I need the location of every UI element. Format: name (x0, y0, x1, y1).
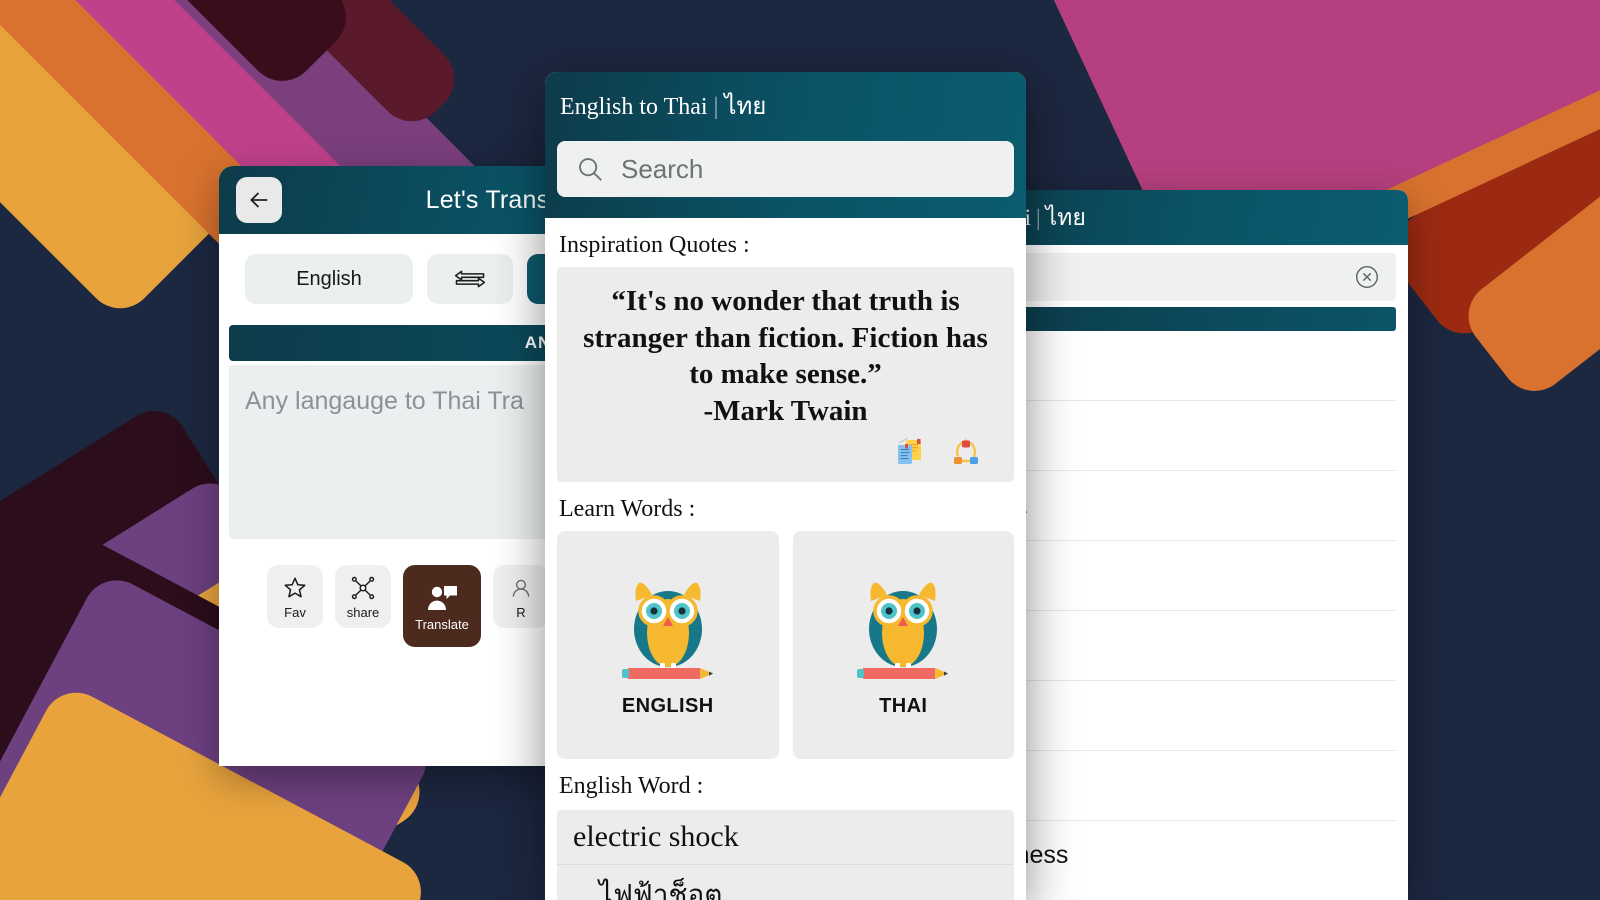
person-speech-icon (428, 585, 457, 610)
swap-horizontal-icon (454, 270, 486, 288)
learn-card-english[interactable]: ENGLISH (557, 530, 779, 759)
star-icon (284, 577, 306, 598)
clear-circle-icon[interactable] (1354, 264, 1380, 290)
learn-card-label: THAI (879, 695, 928, 718)
back-button[interactable] (236, 177, 282, 223)
quote-action-row (569, 428, 1002, 472)
arrow-left-icon (250, 192, 268, 208)
record-icon (512, 579, 530, 597)
share-label: share (346, 605, 380, 620)
english-word-heading: English Word : (559, 772, 704, 799)
title-divider: | (1035, 204, 1041, 230)
title-divider: | (713, 94, 719, 120)
swap-languages-button[interactable] (427, 254, 513, 304)
owl-pencil-icon (621, 582, 713, 680)
quotes-heading: Inspiration Quotes : (559, 232, 750, 258)
screen: Let's Translate English Thai ANY LANGAUG… (0, 0, 1600, 900)
learn-card-thai[interactable]: THAI (792, 530, 1014, 759)
learn-cards-row: ENGLISH THAI (557, 530, 1014, 759)
english-to-thai-window: English to Thai | ไทย Search Inspiration Q… (545, 72, 1026, 900)
word-english: electric shock (557, 810, 1014, 865)
source-language-label: English (296, 267, 362, 290)
center-window-body: Inspiration Quotes : “It's no wonder tha… (545, 218, 1026, 900)
fav-label: Fav (284, 605, 306, 620)
share-button[interactable]: share (335, 565, 391, 628)
learn-card-label: ENGLISH (621, 695, 714, 718)
center-window-header: English to Thai | ไทย Search (545, 72, 1026, 218)
center-title-thai: ไทย (724, 94, 767, 120)
word-card[interactable]: electric shock ไฟฟ้าช็อต (557, 809, 1014, 900)
right-title-thai: ไทย (1045, 204, 1086, 230)
copy-notes-icon[interactable] (892, 434, 928, 470)
learn-words-heading: Learn Words : (559, 495, 696, 522)
translate-button[interactable]: Translate (403, 565, 481, 647)
share-nodes-icon[interactable] (948, 434, 984, 470)
fav-button[interactable]: Fav (267, 565, 323, 628)
word-thai: ไฟฟ้าช็อต (599, 878, 723, 900)
quote-author: -Mark Twain (703, 394, 868, 427)
center-search-input[interactable]: Search (557, 141, 1014, 197)
source-language-button[interactable]: English (245, 254, 413, 304)
search-icon (579, 158, 602, 181)
center-title-main: English to Thai (560, 94, 708, 120)
translate-label: Translate (415, 616, 469, 632)
search-placeholder-text: Search (621, 153, 704, 184)
owl-pencil-icon (857, 582, 949, 680)
quote-card: “It's no wonder that truth is stranger t… (557, 267, 1014, 482)
center-window-title: English to Thai | ไทย (545, 86, 1026, 125)
record-button[interactable]: R (493, 565, 549, 628)
record-label: R (516, 605, 526, 620)
quote-text: “It's no wonder that truth is stranger t… (583, 285, 988, 391)
share-network-icon (351, 576, 375, 600)
